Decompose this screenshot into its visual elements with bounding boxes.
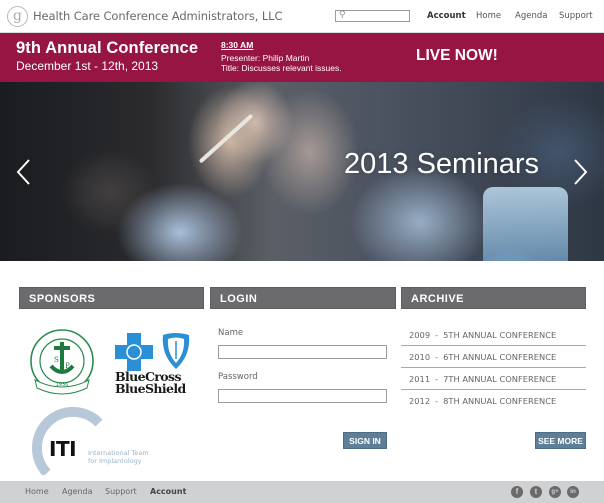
archive-year: 2009 bbox=[409, 330, 431, 340]
archive-separator: - bbox=[435, 396, 439, 406]
archive-separator: - bbox=[435, 330, 439, 340]
archive-title: 6TH ANNUAL CONFERENCE bbox=[443, 352, 557, 362]
archive-item[interactable]: 2012-8TH ANNUAL CONFERENCE bbox=[401, 390, 586, 412]
chevron-right-icon[interactable] bbox=[570, 158, 590, 186]
nav-account[interactable]: Account bbox=[427, 11, 466, 21]
linkedin-icon[interactable]: in bbox=[567, 486, 579, 498]
logo-icon[interactable]: g bbox=[7, 6, 28, 27]
hero-carousel: 2013 Seminars bbox=[0, 82, 604, 261]
psh-initial-s: S bbox=[54, 356, 59, 364]
iti-sub-line1: International Team bbox=[88, 449, 149, 457]
hero-caption[interactable]: 2013 Seminars bbox=[344, 148, 539, 181]
footer-link-home[interactable]: Home bbox=[25, 487, 49, 496]
live-banner: 9th Annual Conference December 1st - 12t… bbox=[0, 33, 604, 82]
brand-name[interactable]: Health Care Conference Administrators, L… bbox=[33, 9, 283, 23]
sponsor-iti-logo[interactable]: ITI International Team for Implantology bbox=[27, 405, 167, 475]
archive-heading: ARCHIVE bbox=[401, 287, 586, 309]
hero-image-pen bbox=[198, 113, 254, 164]
search-icon: ⚲ bbox=[339, 10, 346, 20]
archive-list: 2009-5TH ANNUAL CONFERENCE 2010-6TH ANNU… bbox=[401, 324, 586, 412]
archive-year: 2011 bbox=[409, 374, 431, 384]
anchor-emblem-icon: S P 1936 bbox=[30, 329, 94, 395]
facebook-icon[interactable]: f bbox=[511, 486, 523, 498]
sign-in-button[interactable]: SIGN IN bbox=[343, 432, 387, 449]
password-label: Password bbox=[218, 372, 258, 382]
hero-image-glass bbox=[483, 187, 568, 261]
archive-title: 5TH ANNUAL CONFERENCE bbox=[443, 330, 557, 340]
name-label: Name bbox=[218, 328, 244, 338]
footer-link-account[interactable]: Account bbox=[150, 487, 186, 496]
live-presenter: Presenter: Philip Martin bbox=[221, 53, 310, 63]
live-session-title: Title: Discusses relevant issues. bbox=[221, 63, 342, 73]
login-heading: LOGIN bbox=[210, 287, 396, 309]
archive-year: 2012 bbox=[409, 396, 431, 406]
footer: Home Agenda Support Account f t g+ in bbox=[0, 481, 604, 503]
password-input[interactable] bbox=[218, 389, 387, 403]
chevron-left-icon[interactable] bbox=[14, 158, 34, 186]
nav-home[interactable]: Home bbox=[476, 11, 501, 21]
iti-subtitle: International Team for Implantology bbox=[88, 449, 149, 465]
archive-item[interactable]: 2011-7TH ANNUAL CONFERENCE bbox=[401, 368, 586, 390]
bcbs-line2: BlueShield bbox=[115, 381, 186, 396]
archive-year: 2010 bbox=[409, 352, 431, 362]
archive-title: 8TH ANNUAL CONFERENCE bbox=[443, 396, 557, 406]
live-now-label[interactable]: LIVE NOW! bbox=[416, 47, 498, 65]
psh-initial-p: P bbox=[65, 362, 70, 370]
search-input[interactable] bbox=[348, 11, 408, 21]
twitter-icon[interactable]: t bbox=[530, 486, 542, 498]
search-box[interactable]: ⚲ bbox=[335, 10, 410, 22]
see-more-button[interactable]: SEE MORE bbox=[535, 432, 586, 449]
page: g Health Care Conference Administrators,… bbox=[0, 0, 604, 503]
conference-dates: December 1st - 12th, 2013 bbox=[16, 59, 159, 73]
footer-link-agenda[interactable]: Agenda bbox=[62, 487, 93, 496]
archive-item[interactable]: 2010-6TH ANNUAL CONFERENCE bbox=[401, 346, 586, 368]
name-input[interactable] bbox=[218, 345, 387, 359]
archive-title: 7TH ANNUAL CONFERENCE bbox=[443, 374, 557, 384]
nav-agenda[interactable]: Agenda bbox=[515, 11, 547, 21]
conference-title: 9th Annual Conference bbox=[16, 39, 199, 57]
iti-mark: ITI bbox=[49, 437, 77, 461]
bluecross-blueshield-icon bbox=[115, 333, 190, 371]
archive-item[interactable]: 2009-5TH ANNUAL CONFERENCE bbox=[401, 324, 586, 346]
live-session-time[interactable]: 8:30 AM bbox=[221, 40, 253, 50]
sponsors-heading: SPONSORS bbox=[19, 287, 204, 309]
bcbs-wordmark: BlueCross BlueShield bbox=[115, 370, 186, 396]
footer-link-support[interactable]: Support bbox=[105, 487, 137, 496]
archive-separator: - bbox=[435, 352, 439, 362]
sponsor-bluecross-blueshield-logo[interactable]: BlueCross BlueShield bbox=[115, 331, 197, 401]
google-plus-icon[interactable]: g+ bbox=[549, 486, 561, 498]
top-header: g Health Care Conference Administrators,… bbox=[0, 0, 604, 33]
archive-separator: - bbox=[435, 374, 439, 384]
sponsor-perpetual-succour-logo[interactable]: S P 1936 bbox=[27, 328, 97, 398]
psh-year: 1936 bbox=[56, 382, 69, 388]
nav-support[interactable]: Support bbox=[559, 11, 593, 21]
iti-sub-line2: for Implantology bbox=[88, 457, 142, 465]
